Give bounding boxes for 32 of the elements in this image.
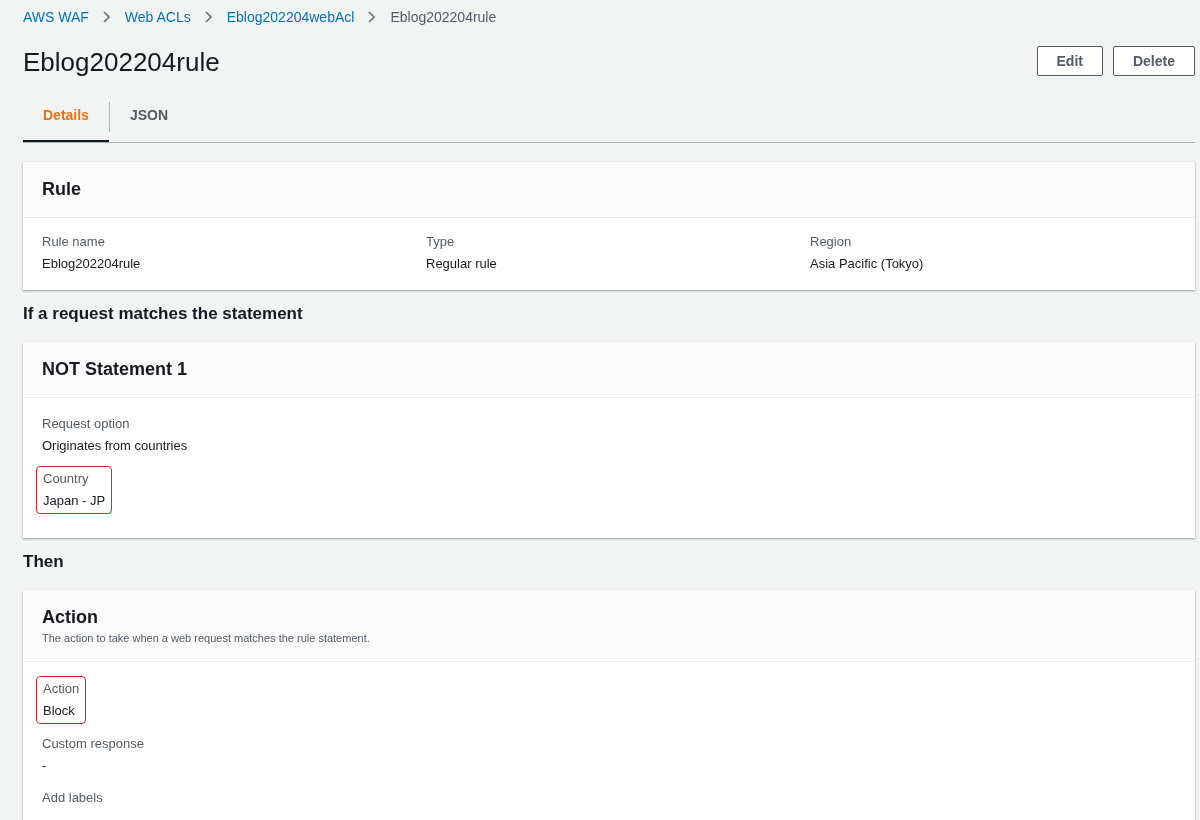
field-label: Type (426, 233, 456, 251)
field-label: Country (43, 470, 90, 488)
breadcrumb-current: Eblog202204rule (390, 8, 497, 25)
field-label: Rule name (42, 233, 106, 251)
field-value: - (42, 757, 48, 775)
field-value: Regular rule (426, 255, 498, 273)
action-button[interactable]: Edit (1036, 46, 1103, 76)
card-title: NOT Statement 1 (42, 359, 189, 380)
field-label: Request option (42, 415, 131, 433)
breadcrumb-link[interactable]: Web ACLs (124, 8, 191, 25)
field-label: Custom response (42, 735, 144, 753)
field-value: Originates from countries (42, 437, 188, 455)
page-title: Eblog202204rule (23, 46, 220, 78)
section-heading: If a request matches the statement (23, 304, 304, 324)
breadcrumb-link[interactable]: AWS WAF (23, 8, 89, 25)
card-title: Rule (42, 179, 82, 200)
field-value: Japan - JP (43, 492, 106, 510)
field-label: Add labels (42, 789, 103, 807)
card-title: Action (42, 607, 99, 628)
field-label: Action (43, 680, 80, 698)
chevron-right-icon (102, 10, 111, 23)
field-value: Eblog202204rule (42, 255, 142, 273)
chevron-right-icon (204, 10, 213, 23)
action-button[interactable]: Delete (1112, 46, 1195, 76)
card-description: The action to take when a web request matches the rule statement. (42, 632, 371, 644)
field-value: Block (43, 702, 76, 720)
chevron-right-icon (368, 10, 377, 23)
tab[interactable]: JSON (109, 91, 189, 142)
breadcrumb-link[interactable]: Eblog202204webAcl (226, 8, 355, 25)
field-value: Asia Pacific (Tokyo) (810, 255, 925, 273)
field-label: Region (810, 233, 853, 251)
section-heading: Then (23, 552, 65, 572)
